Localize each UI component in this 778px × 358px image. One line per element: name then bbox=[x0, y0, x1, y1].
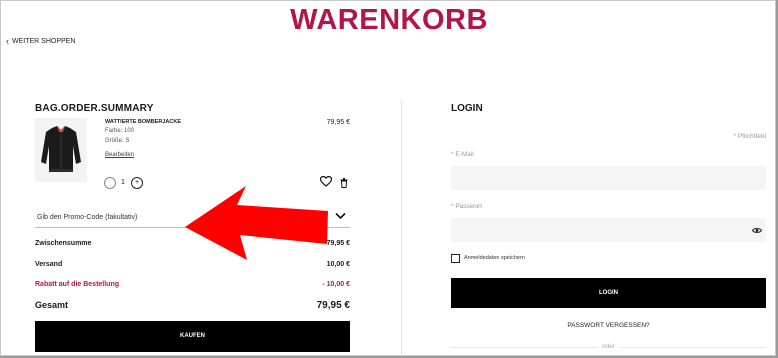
or-divider-label: oder bbox=[597, 343, 621, 350]
promo-code-dropdown[interactable]: Gib den Promo-Code (fakultativ) bbox=[35, 207, 350, 228]
total-label: Gesamt bbox=[35, 300, 69, 310]
continue-shopping-label: WEITER SHOPPEN bbox=[12, 38, 76, 45]
edit-link[interactable]: Bearbeiten bbox=[105, 152, 134, 158]
login-button[interactable]: LOGIN bbox=[451, 278, 766, 308]
plus-icon: + bbox=[134, 179, 140, 186]
password-label: * Passwort bbox=[451, 203, 483, 210]
total-value: 79,95 € bbox=[316, 300, 350, 311]
chevron-left-icon: ‹ bbox=[6, 36, 9, 46]
subtotal-label: Zwischensumme bbox=[35, 240, 92, 247]
forgot-password-link[interactable]: PASSWORT VERGESSEN? bbox=[451, 322, 766, 329]
email-field[interactable] bbox=[451, 166, 766, 190]
required-note: * Pflichtfeld bbox=[733, 133, 766, 140]
email-label: * E-Mail bbox=[451, 151, 474, 158]
shipping-label: Versand bbox=[35, 261, 63, 268]
page-title: WARENKORB bbox=[290, 4, 488, 36]
product-image[interactable] bbox=[35, 118, 87, 182]
chevron-down-icon bbox=[335, 212, 346, 220]
column-divider bbox=[401, 100, 402, 356]
discount-label: Rabatt auf die Bestellung bbox=[35, 281, 120, 288]
product-name: WATTIERTE BOMBERJACKE bbox=[105, 119, 181, 125]
promo-code-label: Gib den Promo-Code (fakultativ) bbox=[37, 214, 138, 221]
bomber-jacket-image bbox=[35, 118, 87, 182]
discount-value: - 10,00 € bbox=[322, 281, 350, 288]
remember-checkbox[interactable] bbox=[451, 254, 460, 263]
trash-icon[interactable] bbox=[340, 178, 348, 188]
heart-icon[interactable] bbox=[320, 176, 332, 187]
password-field[interactable] bbox=[451, 218, 766, 242]
product-color: Farbe: 100 bbox=[105, 128, 135, 134]
quantity-value: 1 bbox=[121, 179, 125, 186]
order-summary-title: BAG.ORDER.SUMMARY bbox=[35, 103, 154, 114]
continue-shopping-link[interactable]: ‹ WEITER SHOPPEN bbox=[6, 36, 76, 46]
subtotal-value: 79,95 € bbox=[326, 240, 350, 247]
remember-label: Anmeldedaten speichern bbox=[464, 255, 525, 261]
login-title: LOGIN bbox=[451, 103, 483, 114]
quantity-increase-button[interactable]: + bbox=[131, 177, 143, 189]
eye-icon[interactable] bbox=[752, 227, 762, 234]
quantity-decrease-button[interactable] bbox=[104, 177, 116, 189]
product-size: Größe: S bbox=[105, 138, 130, 144]
shipping-value: 10,00 € bbox=[326, 261, 350, 268]
buy-button[interactable]: KAUFEN bbox=[35, 321, 350, 352]
product-price: 79,95 € bbox=[326, 119, 350, 126]
